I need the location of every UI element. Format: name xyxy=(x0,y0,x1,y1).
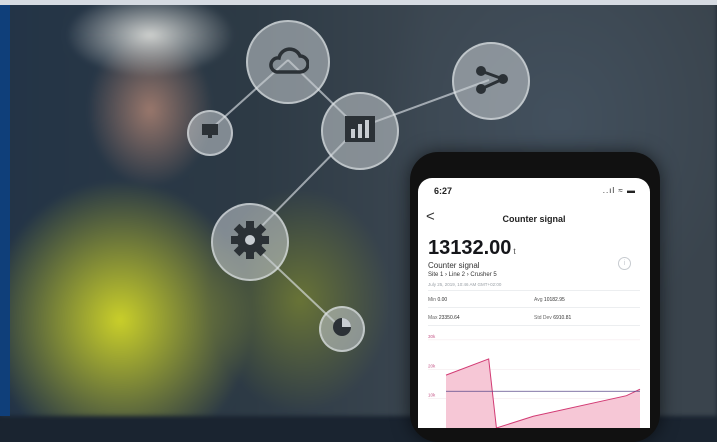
chart-node xyxy=(321,92,399,170)
info-button[interactable]: i xyxy=(618,257,631,270)
stat-std-label: Std Dev xyxy=(534,315,552,321)
signal-path: Site 1 › Line 2 › Crusher 5 xyxy=(428,272,497,278)
screen-title: Counter signal xyxy=(502,214,566,224)
y-tick-label: 30k xyxy=(428,334,436,339)
phone-screen: 6:27 ..ıl ≈ ▬ < Counter signal 13132.00 t… xyxy=(418,178,650,428)
y-tick-label: 20k xyxy=(428,363,436,368)
divider xyxy=(428,307,640,308)
gear-node xyxy=(211,203,289,281)
stat-avg-value: 10182.95 xyxy=(543,297,565,303)
bar-chart-icon xyxy=(342,113,378,150)
stat-min-label: Min xyxy=(428,297,437,303)
stat-avg: Avg 10182.95 xyxy=(534,297,565,303)
share-node xyxy=(452,42,530,120)
stat-std-value: 6910.81 xyxy=(553,315,572,321)
signal-chart: 30k 20k 10k xyxy=(428,334,641,428)
stat-max-value: 23350.64 xyxy=(438,315,460,321)
status-icons: ..ıl ≈ ▬ xyxy=(602,186,636,195)
stat-avg-label: Avg xyxy=(534,297,543,303)
share-icon xyxy=(471,59,511,104)
value-number: 13132.00 xyxy=(428,237,512,259)
stat-stddev: Std Dev 6910.81 xyxy=(534,315,571,321)
stat-max: Max 23350.64 xyxy=(428,315,460,321)
pie-node xyxy=(319,306,365,352)
signal-name: Counter signal xyxy=(428,261,480,270)
stat-min: Min 0.00 xyxy=(428,297,447,303)
cloud-node xyxy=(246,20,330,104)
monitor-node xyxy=(187,110,233,156)
divider xyxy=(428,325,640,326)
monitor-icon xyxy=(200,122,220,145)
signal-timestamp: July 25, 2019, 10:46 AM GMT+02:00 xyxy=(428,282,502,287)
pie-chart-icon xyxy=(331,316,353,343)
status-time: 6:27 xyxy=(434,186,453,196)
signal-value: 13132.00 t xyxy=(428,237,516,260)
stat-max-label: Max xyxy=(428,315,438,321)
cloud-icon xyxy=(267,46,310,79)
value-unit: t xyxy=(513,247,516,256)
gear-icon xyxy=(229,219,271,266)
y-tick-label: 10k xyxy=(428,393,436,398)
stat-min-value: 0.00 xyxy=(437,297,448,303)
divider xyxy=(428,290,640,291)
